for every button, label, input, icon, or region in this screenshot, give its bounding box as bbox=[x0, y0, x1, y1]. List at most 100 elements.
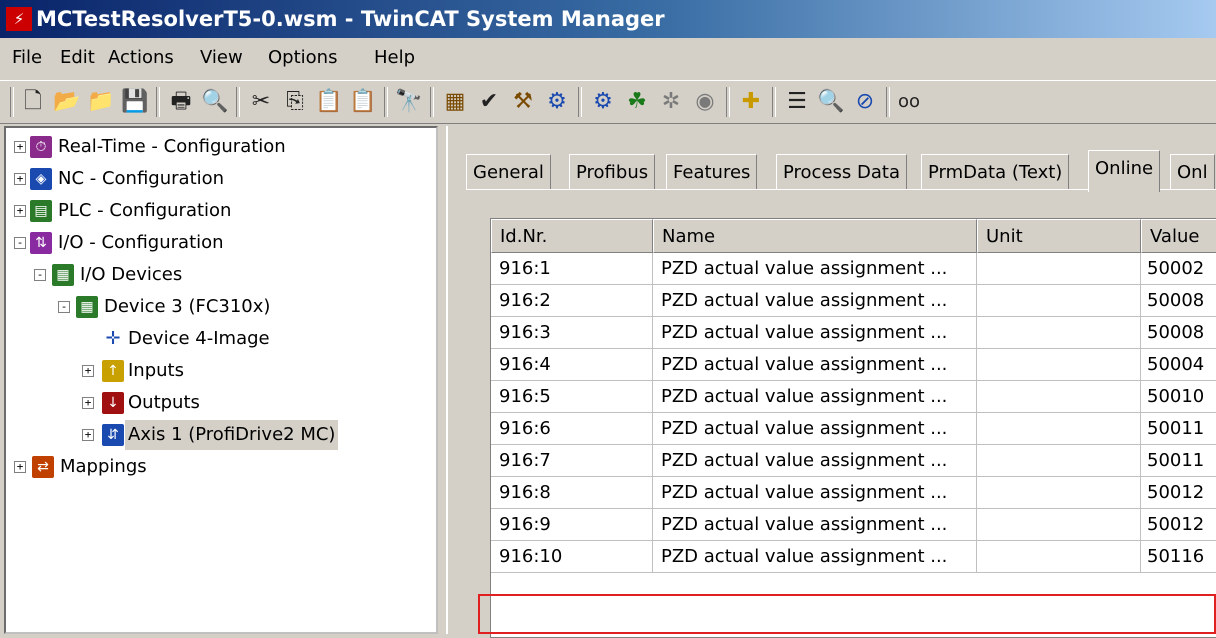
tree-item-plc[interactable]: + ▤ PLC - Configuration bbox=[6, 196, 436, 226]
cell-id: 916:10 bbox=[491, 541, 653, 573]
tree-item-nc[interactable]: + ◈ NC - Configuration bbox=[6, 164, 436, 194]
table-row[interactable]: 916:9 PZD actual value assignment ... 50… bbox=[491, 509, 1216, 541]
table-row[interactable]: 916:7 PZD actual value assignment ... 50… bbox=[491, 445, 1216, 477]
online-parameters-table[interactable]: Id.Nr. Name Unit Value 916:1 PZD actual … bbox=[490, 218, 1216, 638]
find-icon[interactable]: 🔭 bbox=[394, 87, 424, 117]
tab-prmdata-text[interactable]: PrmData (Text) bbox=[921, 154, 1070, 190]
print-icon[interactable]: 🖶 bbox=[166, 87, 196, 117]
tree-item-label: Mappings bbox=[60, 456, 147, 477]
cell-name: PZD actual value assignment ... bbox=[653, 253, 977, 285]
table-row[interactable]: 916:6 PZD actual value assignment ... 50… bbox=[491, 413, 1216, 445]
table-row[interactable]: 916:2 PZD actual value assignment ... 50… bbox=[491, 285, 1216, 317]
tree-item-io-devices[interactable]: - ▦ I/O Devices bbox=[6, 260, 436, 290]
print-preview-icon[interactable]: 🔍 bbox=[200, 87, 230, 117]
tab-online[interactable]: Online bbox=[1088, 150, 1161, 192]
menu-file[interactable]: File bbox=[8, 40, 46, 76]
expand-toggle[interactable]: + bbox=[14, 205, 26, 217]
set-config-mode-icon[interactable]: ⚙ bbox=[588, 87, 618, 117]
save-icon[interactable]: 💾 bbox=[120, 87, 150, 117]
tab-profibus[interactable]: Profibus bbox=[569, 154, 656, 190]
cell-name: PZD actual value assignment ... bbox=[653, 541, 977, 573]
cell-value: 50012 bbox=[1141, 477, 1216, 509]
copy-icon[interactable]: ⎘ bbox=[280, 87, 310, 117]
column-header-id[interactable]: Id.Nr. bbox=[491, 219, 653, 253]
cell-name: PZD actual value assignment ... bbox=[653, 413, 977, 445]
tab-general[interactable]: General bbox=[466, 154, 551, 190]
tree-item-axis-1[interactable]: + ⇵ Axis 1 (ProfiDrive2 MC) bbox=[6, 420, 436, 450]
tree-item-mappings[interactable]: + ⇄ Mappings bbox=[6, 452, 436, 482]
tree-item-outputs[interactable]: + ↓ Outputs bbox=[6, 388, 436, 418]
column-header-unit[interactable]: Unit bbox=[977, 219, 1141, 253]
collapse-toggle[interactable]: - bbox=[14, 237, 26, 249]
column-header-name[interactable]: Name bbox=[653, 219, 977, 253]
binoculars-icon[interactable]: oo bbox=[894, 87, 924, 117]
title-bar: ⚡ MCTestResolverT5-0.wsm - TwinCAT Syste… bbox=[0, 0, 1216, 38]
paste-with-links-icon[interactable]: 📋 bbox=[348, 87, 378, 117]
open-icon[interactable]: 📂 bbox=[52, 87, 82, 117]
generate-mappings-icon[interactable]: ▦ bbox=[440, 87, 470, 117]
cut-icon[interactable]: ✂ bbox=[246, 87, 276, 117]
expand-toggle[interactable]: + bbox=[14, 461, 26, 473]
tab-online-more[interactable]: Onl bbox=[1170, 154, 1215, 190]
tree-item-realtime[interactable]: + ⏱ Real-Time - Configuration bbox=[6, 132, 436, 162]
outputs-icon: ↓ bbox=[102, 392, 124, 414]
tree-item-label: NC - Configuration bbox=[58, 168, 225, 189]
solution-tree[interactable]: + ⏱ Real-Time - Configuration + ◈ NC - C… bbox=[4, 126, 438, 634]
new-icon[interactable]: 🗋 bbox=[18, 87, 48, 117]
tree-item-device-3[interactable]: - ▦ Device 3 (FC310x) bbox=[6, 292, 436, 322]
cell-name: PZD actual value assignment ... bbox=[653, 285, 977, 317]
collapse-toggle[interactable]: - bbox=[34, 269, 46, 281]
expand-toggle[interactable]: + bbox=[82, 429, 94, 441]
menu-edit[interactable]: Edit bbox=[56, 40, 99, 76]
cell-unit bbox=[977, 381, 1141, 413]
cell-id: 916:9 bbox=[491, 509, 653, 541]
menu-help[interactable]: Help bbox=[370, 40, 419, 76]
table-row[interactable]: 916:4 PZD actual value assignment ... 50… bbox=[491, 349, 1216, 381]
tree-item-inputs[interactable]: + ↑ Inputs bbox=[6, 356, 436, 386]
restart-icon[interactable]: ◉ bbox=[690, 87, 720, 117]
io-icon: ⇅ bbox=[30, 232, 52, 254]
expand-toggle[interactable]: + bbox=[82, 397, 94, 409]
toolbar-separator bbox=[236, 87, 240, 117]
tree-item-io[interactable]: - ⇅ I/O - Configuration bbox=[6, 228, 436, 258]
table-row[interactable]: 916:8 PZD actual value assignment ... 50… bbox=[491, 477, 1216, 509]
activate-configuration-icon[interactable]: ⚒ bbox=[508, 87, 538, 117]
collapse-toggle[interactable]: - bbox=[58, 301, 70, 313]
tab-features[interactable]: Features bbox=[666, 154, 758, 190]
paste-icon[interactable]: 📋 bbox=[314, 87, 344, 117]
cell-name: PZD actual value assignment ... bbox=[653, 381, 977, 413]
toolbar-separator bbox=[156, 87, 160, 117]
tab-process-data[interactable]: Process Data bbox=[776, 154, 907, 190]
append-item-icon[interactable]: ✚ bbox=[736, 87, 766, 117]
menu-options[interactable]: Options bbox=[264, 40, 341, 76]
set-run-mode-icon[interactable]: ⚙ bbox=[542, 87, 572, 117]
cell-id: 916:2 bbox=[491, 285, 653, 317]
expand-toggle[interactable]: + bbox=[82, 365, 94, 377]
show-online-data-icon[interactable]: ⊘ bbox=[850, 87, 880, 117]
toolbar-separator bbox=[772, 87, 776, 117]
table-row[interactable]: 916:1 PZD actual value assignment ... 50… bbox=[491, 253, 1216, 285]
table-row[interactable]: 916:5 PZD actual value assignment ... 50… bbox=[491, 381, 1216, 413]
cell-unit bbox=[977, 317, 1141, 349]
expand-toggle[interactable]: + bbox=[14, 173, 26, 185]
open-folder-icon[interactable]: 📁 bbox=[86, 87, 116, 117]
menu-view[interactable]: View bbox=[196, 40, 247, 76]
table-row[interactable]: 916:3 PZD actual value assignment ... 50… bbox=[491, 317, 1216, 349]
cell-id: 916:6 bbox=[491, 413, 653, 445]
tree-item-device-4-image[interactable]: ✛ Device 4-Image bbox=[6, 324, 436, 354]
toolbar-separator bbox=[430, 87, 434, 117]
zoom-icon[interactable]: 🔍 bbox=[816, 87, 846, 117]
mappings-icon: ⇄ bbox=[32, 456, 54, 478]
cell-name: PZD actual value assignment ... bbox=[653, 349, 977, 381]
scan-devices-icon[interactable]: ☘ bbox=[622, 87, 652, 117]
cell-value: 50002 bbox=[1141, 253, 1216, 285]
toggle-free-run-icon[interactable]: ✲ bbox=[656, 87, 686, 117]
cell-value: 50011 bbox=[1141, 413, 1216, 445]
properties-icon[interactable]: ☰ bbox=[782, 87, 812, 117]
table-row-highlighted[interactable]: 916:10 PZD actual value assignment ... 5… bbox=[491, 541, 1216, 573]
menu-actions[interactable]: Actions bbox=[104, 40, 178, 76]
check-configuration-icon[interactable]: ✔ bbox=[474, 87, 504, 117]
pane-splitter[interactable] bbox=[438, 126, 446, 634]
column-header-value[interactable]: Value bbox=[1141, 219, 1216, 253]
expand-toggle[interactable]: + bbox=[14, 141, 26, 153]
